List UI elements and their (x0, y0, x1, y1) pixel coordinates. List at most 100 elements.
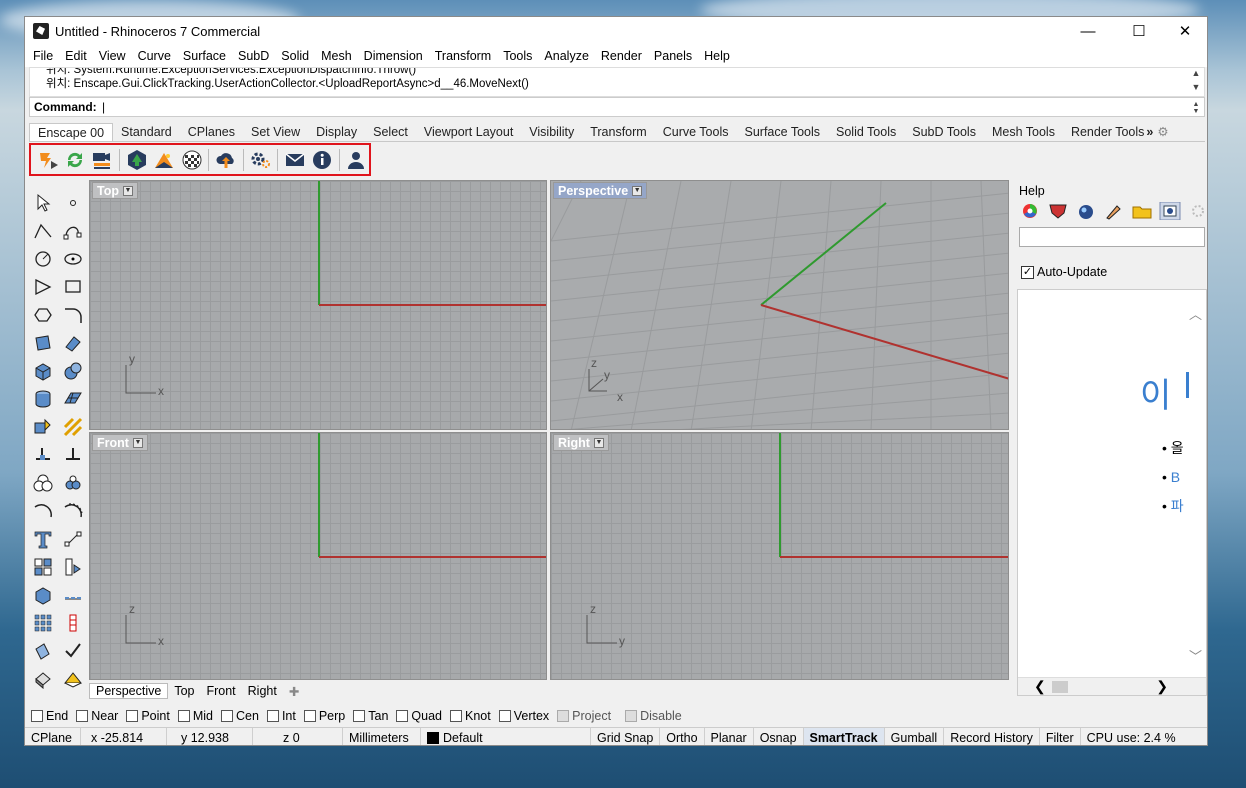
block-icon[interactable] (59, 553, 87, 581)
horizontal-scrollbar[interactable]: ❮ ❯ (1018, 677, 1206, 695)
tab-subd-tools[interactable]: SubD Tools (904, 123, 984, 141)
viewport-tab-top[interactable]: Top (168, 684, 200, 698)
chevron-down-icon[interactable]: ▼ (632, 185, 643, 196)
checkbox[interactable] (498, 710, 511, 722)
toggle-grid-snap[interactable]: Grid Snap (591, 727, 661, 745)
menu-tools[interactable]: Tools (497, 49, 538, 63)
osnap-disable[interactable]: Disable (625, 709, 682, 723)
viewport-front[interactable]: z x Front ▼ (89, 432, 547, 680)
checkbox[interactable] (303, 710, 316, 722)
tab-select[interactable]: Select (365, 123, 416, 141)
tab-render-tools[interactable]: Render Tools (1063, 123, 1144, 141)
menu-help[interactable]: Help (698, 49, 736, 63)
checkbox[interactable] (126, 710, 139, 722)
menu-panels[interactable]: Panels (648, 49, 698, 63)
close-button[interactable]: ✕ (1162, 17, 1207, 45)
toggle-gumball[interactable]: Gumball (885, 727, 945, 745)
command-history[interactable]: 위치: System.Runtime.ExceptionServices.Exc… (29, 67, 1205, 97)
viewport-tab-front[interactable]: Front (200, 684, 241, 698)
tabs-overflow-icon[interactable]: » (1144, 123, 1155, 141)
osnap-near[interactable]: Near (76, 709, 118, 723)
dimension-icon[interactable] (59, 525, 87, 553)
chevron-down-icon[interactable]: ▼ (122, 185, 133, 196)
offset-dashed-icon[interactable] (59, 497, 87, 525)
environment-icon[interactable] (1075, 202, 1097, 220)
menu-subd[interactable]: SubD (232, 49, 275, 63)
boolean-split-icon[interactable] (59, 469, 87, 497)
asset-library-icon[interactable] (151, 148, 176, 172)
command-line[interactable]: Command: | ▲ ▼ (29, 97, 1205, 117)
checkbox[interactable] (450, 710, 462, 722)
render-icon[interactable] (59, 665, 87, 693)
check-icon[interactable] (59, 637, 87, 665)
color-wheel-icon[interactable] (1019, 202, 1041, 220)
sphere-icon[interactable] (59, 357, 87, 385)
arc-icon[interactable] (29, 273, 57, 301)
checkbox[interactable] (31, 710, 43, 722)
offset-curve-icon[interactable] (29, 497, 57, 525)
osnap-project[interactable]: Project (557, 709, 611, 723)
menu-curve[interactable]: Curve (132, 49, 177, 63)
trim-icon[interactable] (29, 441, 57, 469)
settings-icon[interactable] (248, 148, 273, 172)
tab-visibility[interactable]: Visibility (521, 123, 582, 141)
rectangle-icon[interactable] (59, 273, 87, 301)
osnap-vertex[interactable]: Vertex (498, 709, 549, 723)
ellipse-icon[interactable] (59, 245, 87, 273)
viewport-tab-right[interactable]: Right (242, 684, 283, 698)
account-icon[interactable] (344, 148, 369, 172)
menu-file[interactable]: File (27, 49, 59, 63)
osnap-perp[interactable]: Perp (303, 709, 345, 723)
scroll-left-icon[interactable]: ❮ (1034, 678, 1046, 695)
toggle-planar[interactable]: Planar (705, 727, 754, 745)
about-icon[interactable] (309, 148, 334, 172)
mesh-plane-icon[interactable] (59, 385, 87, 413)
gear-icon[interactable]: ⚙ (1155, 123, 1170, 141)
osnap-int[interactable]: Int (266, 709, 296, 723)
chevron-down-icon[interactable]: ▼ (593, 437, 604, 448)
viewport-top[interactable]: y x Top ▼ (89, 180, 547, 430)
status-units[interactable]: Millimeters (343, 727, 421, 745)
checkbox[interactable] (625, 710, 638, 722)
folder-icon[interactable] (1131, 202, 1153, 220)
toggle-osnap[interactable]: Osnap (754, 727, 804, 745)
polygon-icon[interactable] (29, 301, 57, 329)
checkbox[interactable] (177, 710, 190, 722)
menu-dimension[interactable]: Dimension (358, 49, 429, 63)
explode-icon[interactable] (59, 413, 87, 441)
tab-set-view[interactable]: Set View (243, 123, 308, 141)
list-item[interactable]: • B (1162, 463, 1184, 492)
scroll-up-icon[interactable]: ︿ (1189, 304, 1202, 323)
osnap-point[interactable]: Point (126, 709, 170, 723)
list-item[interactable]: • 올 (1162, 434, 1184, 463)
text-icon[interactable] (29, 525, 57, 553)
views-icon[interactable] (124, 148, 149, 172)
minimize-button[interactable]: — (1065, 17, 1111, 45)
list-item[interactable]: • 파 (1162, 492, 1184, 521)
circle-icon[interactable] (29, 245, 57, 273)
live-update-icon[interactable] (62, 148, 87, 172)
sync-views-icon[interactable] (90, 148, 115, 172)
osnap-knot[interactable]: Knot (450, 709, 491, 723)
array-icon[interactable] (29, 609, 57, 637)
scroll-up-icon[interactable]: ▲ (1190, 68, 1202, 78)
viewport-title[interactable]: Front ▼ (92, 434, 148, 451)
checkbox[interactable] (353, 710, 366, 722)
grid-array-icon[interactable] (59, 581, 87, 609)
checkbox[interactable] (396, 710, 409, 722)
tab-mesh-tools[interactable]: Mesh Tools (984, 123, 1063, 141)
tab-transform[interactable]: Transform (582, 123, 655, 141)
enscape-start-icon[interactable] (35, 148, 60, 172)
fillet-curve-icon[interactable] (59, 301, 87, 329)
viewport-title[interactable]: Top ▼ (92, 182, 138, 199)
material-icon[interactable] (1047, 202, 1069, 220)
status-cplane[interactable]: CPlane (25, 727, 81, 745)
osnap-cen[interactable]: Cen (221, 709, 259, 723)
transform-move-icon[interactable] (29, 413, 57, 441)
dimension-stack-icon[interactable] (59, 609, 87, 637)
viewport-right[interactable]: z y Right ▼ (550, 432, 1009, 680)
menu-mesh[interactable]: Mesh (315, 49, 358, 63)
tab-curve-tools[interactable]: Curve Tools (655, 123, 737, 141)
viewport-tab-perspective[interactable]: Perspective (89, 683, 169, 699)
viewport-perspective[interactable]: z y x Perspective ▼ (550, 180, 1009, 430)
